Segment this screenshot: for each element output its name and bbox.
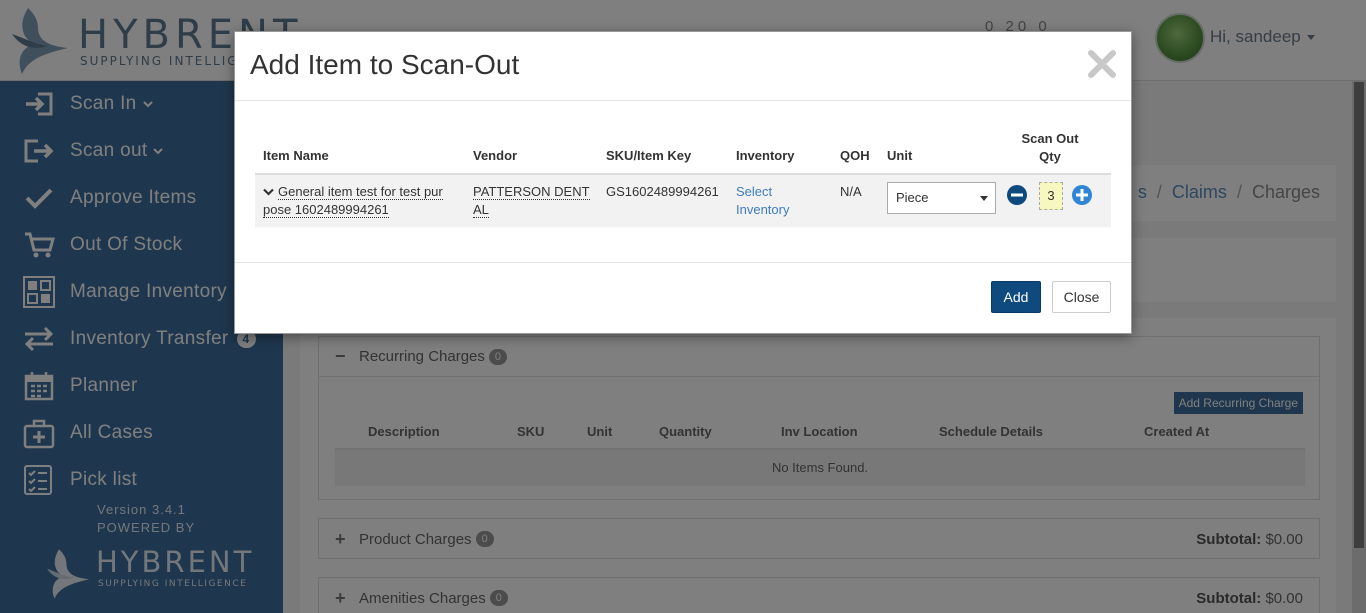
increase-qty-button[interactable] [1071, 184, 1093, 206]
column-header-qoh: QOH [840, 148, 870, 163]
divider [235, 262, 1131, 263]
select-inventory-link[interactable]: Select Inventory [736, 183, 816, 219]
column-header-item-name: Item Name [263, 148, 329, 163]
header-line: Qty [1039, 149, 1061, 164]
qoh-cell: N/A [840, 184, 862, 199]
add-item-scan-out-modal: Add Item to Scan-Out Item Name Vendor SK… [234, 31, 1132, 334]
column-header-unit: Unit [887, 148, 913, 163]
close-button[interactable]: Close [1052, 281, 1111, 313]
dropdown-arrow-icon [980, 196, 988, 201]
vendor-text: PATTERSON DENT AL [473, 184, 590, 218]
column-header-vendor: Vendor [473, 148, 518, 163]
chevron-down-icon[interactable] [263, 188, 274, 196]
scan-out-qty-input[interactable]: 3 [1039, 182, 1063, 210]
modal-title: Add Item to Scan-Out [250, 49, 520, 80]
close-icon[interactable] [1086, 48, 1118, 80]
unit-select-value: Piece [896, 190, 929, 205]
unit-select[interactable]: Piece [887, 182, 996, 214]
divider [235, 100, 1131, 101]
item-name-cell[interactable]: General item test for test pur pose 1602… [263, 183, 463, 219]
decrease-qty-button[interactable] [1006, 184, 1028, 206]
column-header-scan-out-qty: Scan Out Qty [1020, 130, 1080, 166]
item-name-text[interactable]: General item test for test pur pose 1602… [263, 184, 443, 218]
vendor-cell: PATTERSON DENT AL [473, 183, 593, 219]
add-button[interactable]: Add [991, 281, 1041, 313]
column-header-sku: SKU/Item Key [606, 148, 692, 163]
column-header-inventory: Inventory [736, 148, 795, 163]
sku-cell: GS1602489994261 [606, 184, 719, 199]
header-line: Scan Out [1021, 131, 1079, 146]
